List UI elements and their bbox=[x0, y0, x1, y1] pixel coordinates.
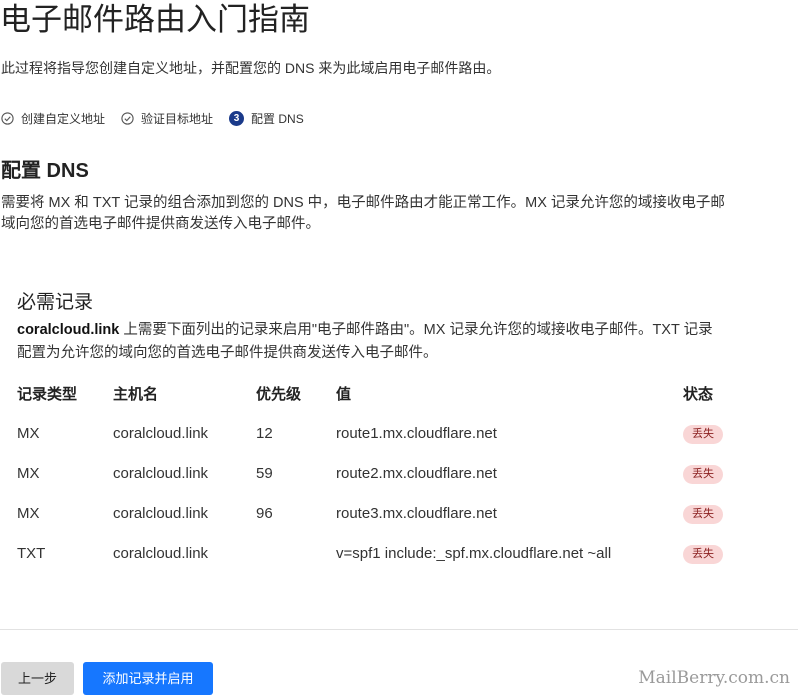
table-header-row: 记录类型 主机名 优先级 值 状态 bbox=[17, 373, 783, 413]
required-description-text: 上需要下面列出的记录来启用"电子邮件路由"。MX 记录允许您的域接收电子邮件。T… bbox=[119, 322, 713, 338]
record-host: coralcloud.link bbox=[113, 464, 209, 482]
domain-name: coralcloud.link bbox=[17, 322, 120, 338]
step-configure-dns: 3 配置 DNS bbox=[229, 110, 304, 127]
header-host: 主机名 bbox=[113, 385, 159, 403]
record-priority: 12 bbox=[256, 424, 273, 442]
required-description-line: 配置为允许您的域向您的首选电子邮件提供商发送传入电子邮件。 bbox=[17, 345, 438, 361]
back-button[interactable]: 上一步 bbox=[1, 662, 74, 695]
step-verify-destination: 验证目标地址 bbox=[121, 110, 213, 127]
record-type: TXT bbox=[17, 544, 46, 562]
status-badge: 丢失 bbox=[683, 545, 723, 564]
record-priority: 96 bbox=[256, 504, 273, 522]
table-row: MX coralcloud.link 59 route2.mx.cloudfla… bbox=[17, 453, 783, 493]
record-value: route2.mx.cloudflare.net bbox=[336, 464, 497, 482]
page-title: 电子邮件路由入门指南 bbox=[0, 2, 310, 37]
table-row: MX coralcloud.link 12 route1.mx.cloudfla… bbox=[17, 413, 783, 453]
record-type: MX bbox=[17, 464, 40, 482]
required-records-description: coralcloud.link 上需要下面列出的记录来启用"电子邮件路由"。MX… bbox=[17, 319, 798, 365]
watermark: MailBerry.com.cn bbox=[638, 668, 790, 688]
record-priority: 59 bbox=[256, 464, 273, 482]
check-circle-icon bbox=[1, 111, 14, 125]
table-row: MX coralcloud.link 96 route3.mx.cloudfla… bbox=[17, 493, 783, 533]
check-circle-icon bbox=[121, 111, 134, 125]
record-host: coralcloud.link bbox=[113, 424, 209, 442]
table-row: TXT coralcloud.link v=spf1 include:_spf.… bbox=[17, 533, 783, 573]
header-priority: 优先级 bbox=[256, 385, 302, 403]
section-description-line: 域向您的首选电子邮件提供商发送传入电子邮件。 bbox=[1, 216, 320, 232]
intro-text: 此过程将指导您创建自定义地址，并配置您的 DNS 来为此域启用电子邮件路由。 bbox=[1, 60, 501, 76]
record-value: v=spf1 include:_spf.mx.cloudflare.net ~a… bbox=[336, 544, 612, 562]
progress-steps: 创建自定义地址 验证目标地址 3 配置 DNS bbox=[1, 109, 320, 127]
email-routing-page: 电子邮件路由入门指南 此过程将指导您创建自定义地址，并配置您的 DNS 来为此域… bbox=[0, 0, 798, 699]
record-host: coralcloud.link bbox=[113, 544, 209, 562]
step-label: 配置 DNS bbox=[251, 111, 304, 126]
status-badge: 丢失 bbox=[683, 425, 723, 444]
footer-divider bbox=[0, 629, 798, 630]
record-status-cell: 丢失 bbox=[683, 493, 783, 533]
record-priority bbox=[256, 533, 336, 573]
record-status-cell: 丢失 bbox=[683, 533, 783, 573]
section-description: 需要将 MX 和 TXT 记录的组合添加到您的 DNS 中，电子邮件路由才能正常… bbox=[1, 193, 798, 235]
required-records-title: 必需记录 bbox=[17, 292, 94, 313]
required-description-line: coralcloud.link 上需要下面列出的记录来启用"电子邮件路由"。MX… bbox=[17, 319, 798, 342]
step-create-address: 创建自定义地址 bbox=[1, 110, 105, 127]
record-status-cell: 丢失 bbox=[683, 453, 783, 493]
step-label: 创建自定义地址 bbox=[21, 111, 106, 126]
header-value: 值 bbox=[336, 385, 352, 403]
section-description-line: 需要将 MX 和 TXT 记录的组合添加到您的 DNS 中，电子邮件路由才能正常… bbox=[1, 195, 725, 211]
record-type: MX bbox=[17, 424, 40, 442]
step-number-badge: 3 bbox=[229, 110, 245, 126]
header-status: 状态 bbox=[683, 385, 714, 403]
record-type: MX bbox=[17, 504, 40, 522]
record-value: route1.mx.cloudflare.net bbox=[336, 424, 497, 442]
add-records-enable-button[interactable]: 添加记录并启用 bbox=[83, 662, 213, 695]
dns-records-table: 记录类型 主机名 优先级 值 状态 MX coralcloud.link 12 … bbox=[17, 373, 783, 573]
record-host: coralcloud.link bbox=[113, 504, 209, 522]
record-status-cell: 丢失 bbox=[683, 413, 783, 453]
status-badge: 丢失 bbox=[683, 505, 723, 524]
status-badge: 丢失 bbox=[683, 465, 723, 484]
header-type: 记录类型 bbox=[17, 385, 78, 403]
section-title: 配置 DNS bbox=[1, 160, 89, 182]
step-label: 验证目标地址 bbox=[141, 111, 214, 126]
record-value: route3.mx.cloudflare.net bbox=[336, 504, 497, 522]
